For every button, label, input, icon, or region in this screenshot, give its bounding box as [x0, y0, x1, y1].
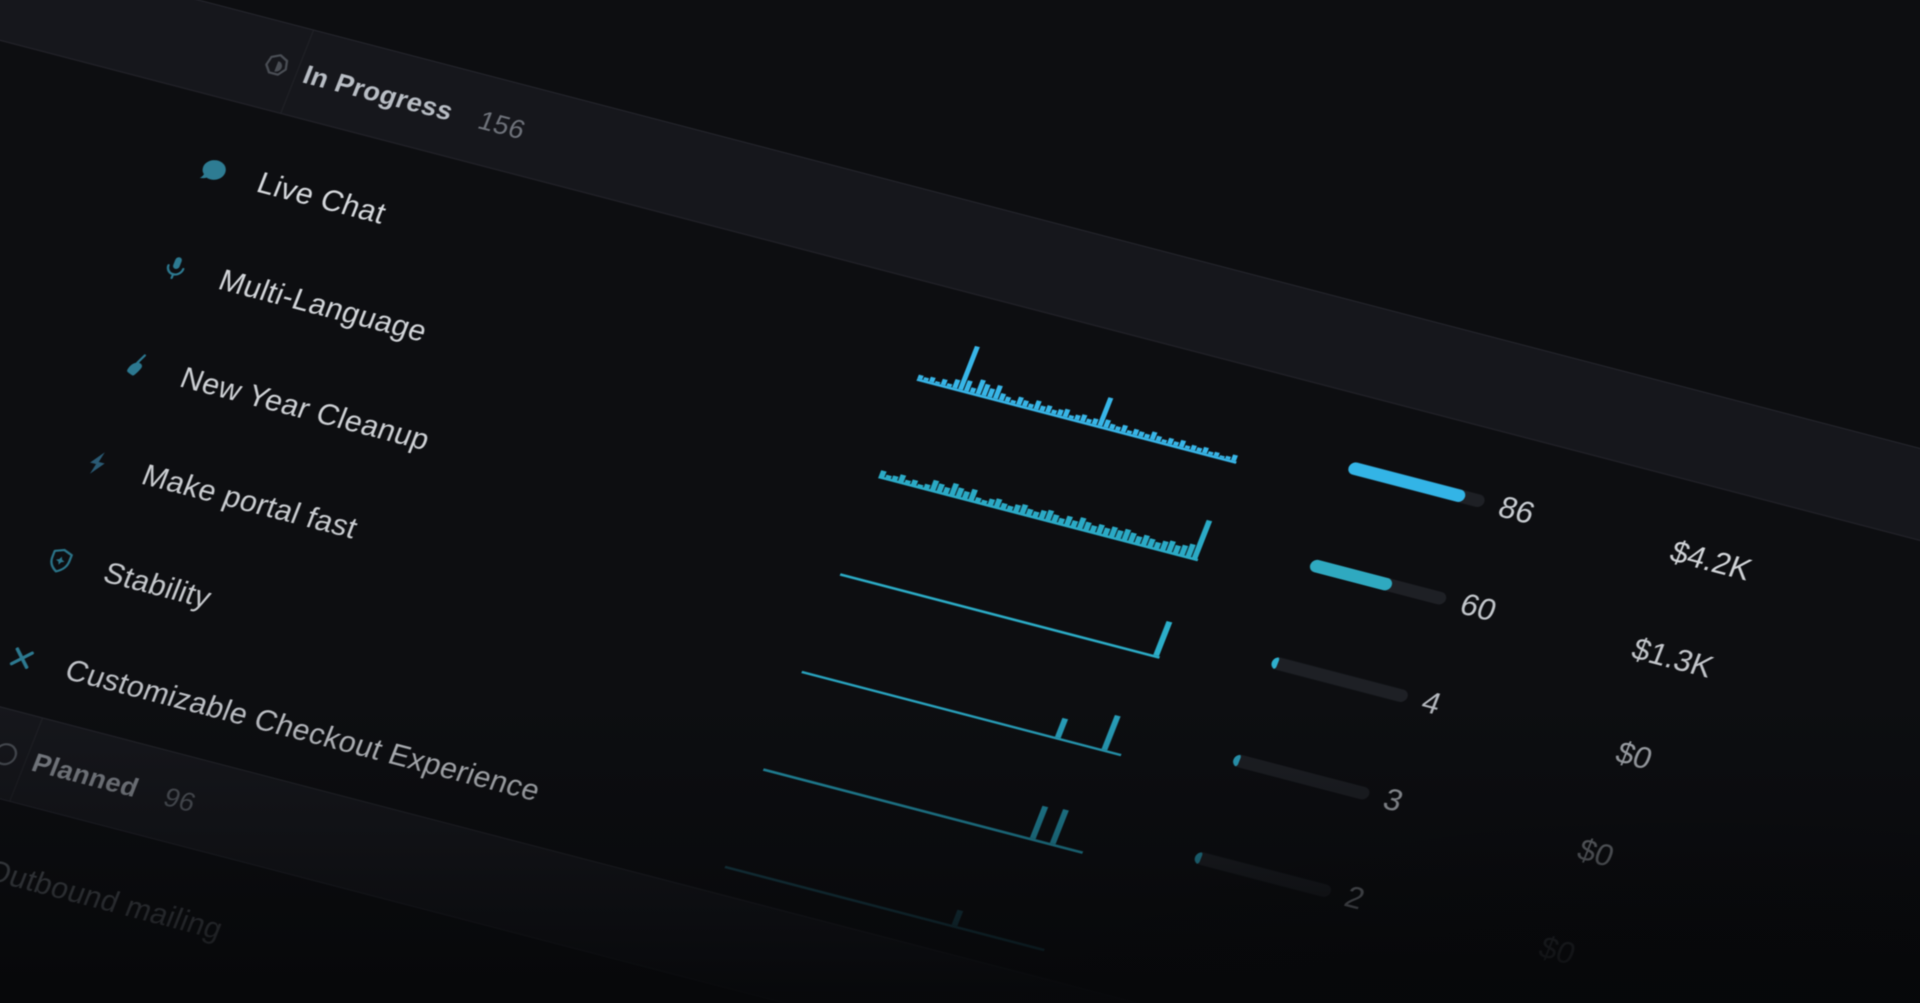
shield-icon: [40, 543, 80, 579]
progress-count: 4: [1404, 652, 1459, 754]
app-viewport: In Progress156Live Chat86$4.2KMulti-Lang…: [0, 0, 1920, 1003]
microphone-icon: [155, 251, 195, 287]
in-progress-icon: [256, 48, 296, 84]
progress-bar-fill: [1346, 461, 1467, 504]
progress-bar-fill: [1308, 558, 1394, 591]
progress-bar: [1193, 851, 1333, 898]
broom-icon: [117, 348, 157, 384]
group-status-label: In Progress: [288, 32, 469, 153]
progress-bar: [1308, 558, 1448, 605]
lightning-icon: [79, 445, 119, 481]
progress-bar: [1231, 753, 1371, 800]
group-count-badge: 96: [149, 755, 211, 845]
board-stage: In Progress156Live Chat86$4.2KMulti-Lang…: [0, 0, 1920, 1003]
progress-bar-fill: [1231, 753, 1242, 767]
progress-count: 86: [1481, 457, 1553, 563]
progress-bar: [1346, 461, 1486, 508]
group-count-badge: 156: [463, 78, 540, 172]
progress-bar: [1270, 656, 1410, 703]
progress-bar-fill: [1270, 656, 1281, 670]
progress-count: 3: [1365, 750, 1420, 852]
design-tools-icon: [2, 640, 42, 676]
progress-count: 60: [1442, 555, 1514, 661]
progress-bar-fill: [1193, 851, 1204, 865]
progress-count: 2: [1327, 847, 1382, 949]
chat-bubble-icon: [194, 153, 234, 189]
